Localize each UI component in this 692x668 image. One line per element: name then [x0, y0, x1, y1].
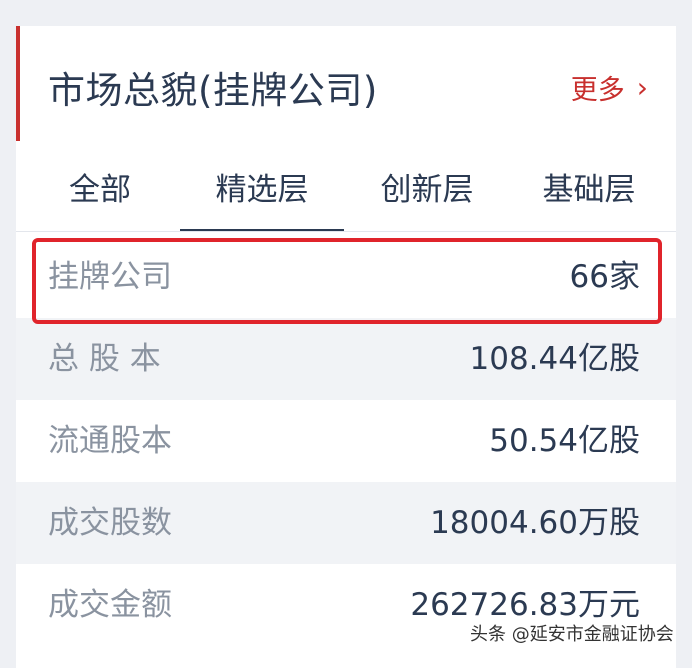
tab-all[interactable]: 全部	[64, 166, 136, 232]
tab-label: 全部	[69, 172, 131, 208]
tab-label: 精选层	[215, 172, 309, 208]
row-label: 流通股本	[48, 423, 172, 459]
more-link[interactable]: 更多 ›	[571, 68, 648, 107]
stat-row-float-shares: 流通股本 50.54亿股	[16, 400, 676, 482]
card-header: 市场总貌(挂牌公司) 更多 ›	[16, 26, 676, 141]
row-label: 成交金额	[48, 587, 172, 623]
stat-row-trade-volume: 成交股数 18004.60万股	[16, 482, 676, 564]
row-value: 50.54亿股	[489, 423, 640, 459]
tab-basic-tier[interactable]: 基础层	[534, 166, 644, 232]
tab-selected-tier[interactable]: 精选层	[180, 166, 344, 232]
row-value: 66家	[569, 259, 640, 295]
chevron-right-icon: ›	[636, 70, 648, 104]
tab-label: 基础层	[542, 172, 636, 208]
watermark: 头条 @延安市金融证协会	[470, 624, 674, 645]
row-label: 挂牌公司	[48, 259, 172, 295]
accent-bar	[16, 26, 20, 141]
stat-row-listed-companies: 挂牌公司 66家	[16, 236, 676, 318]
page-title: 市场总貌(挂牌公司)	[48, 69, 378, 112]
row-label: 成交股数	[48, 505, 172, 541]
row-value: 18004.60万股	[430, 505, 640, 541]
row-label: 总 股 本	[48, 341, 161, 377]
more-label: 更多	[570, 75, 625, 106]
row-value: 108.44亿股	[469, 341, 640, 377]
tab-bar: 全部 精选层 创新层 基础层	[16, 166, 676, 232]
tab-divider	[16, 231, 676, 232]
tab-label: 创新层	[380, 172, 474, 208]
market-overview-card: 市场总貌(挂牌公司) 更多 › 全部 精选层 创新层 基础层 挂牌公司 66家 …	[16, 26, 676, 668]
stat-row-total-shares: 总 股 本 108.44亿股	[16, 318, 676, 400]
tab-innovation-tier[interactable]: 创新层	[372, 166, 482, 232]
